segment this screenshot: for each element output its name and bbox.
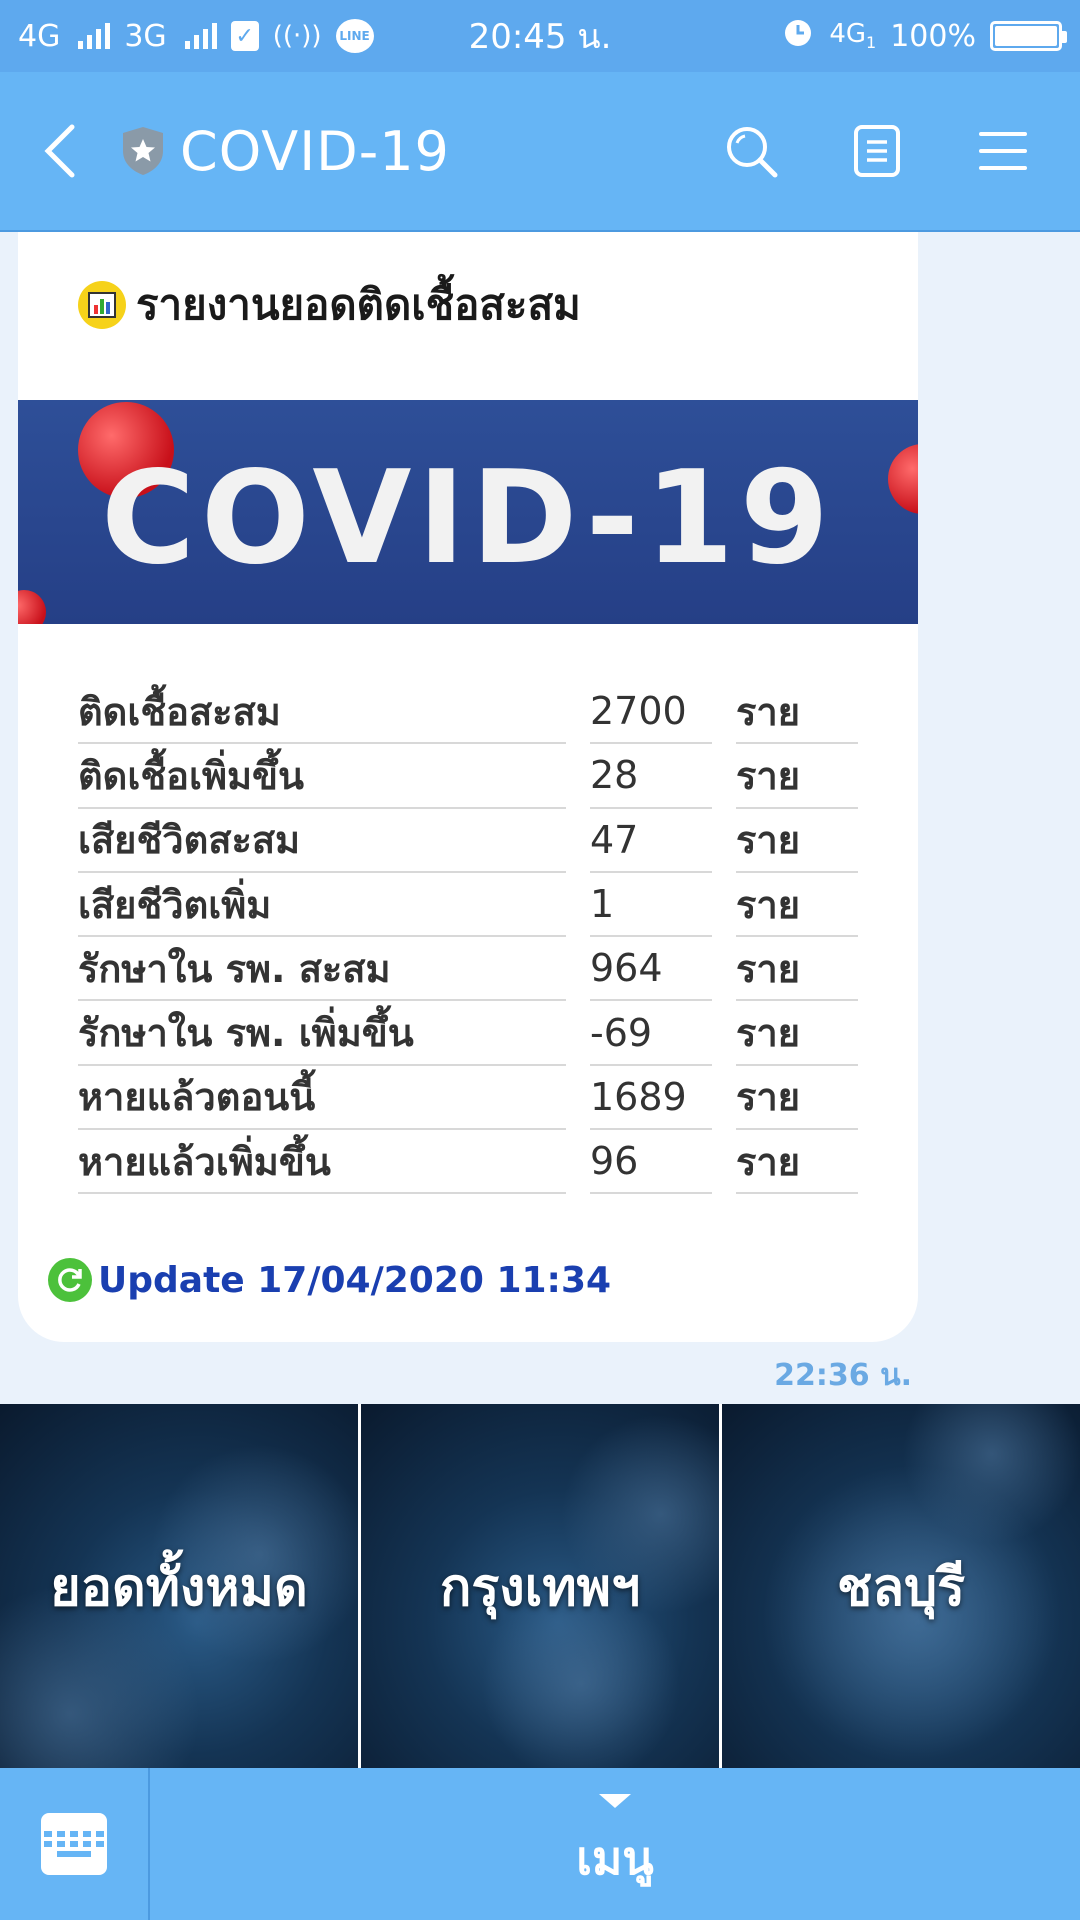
bottom-bar: เมนู <box>0 1768 1080 1920</box>
update-text: Update 17/04/2020 11:34 <box>98 1259 612 1301</box>
stat-unit: ราย <box>736 1001 858 1066</box>
stat-label: หายแล้วเพิ่มขึ้น <box>78 1130 566 1195</box>
stat-value: 964 <box>590 937 712 1002</box>
stat-row: หายแล้วตอนนี้ 1689 ราย <box>78 1066 878 1131</box>
keyboard-icon <box>41 1813 107 1875</box>
update-stamp: Update 17/04/2020 11:34 <box>48 1258 611 1302</box>
stat-label: หายแล้วตอนนี้ <box>78 1066 566 1131</box>
notes-icon <box>854 125 900 177</box>
rich-menu: ยอดทั้งหมด กรุงเทพฯ ชลบุรี <box>0 1404 1080 1768</box>
rich-menu-item-total[interactable]: ยอดทั้งหมด <box>0 1404 358 1768</box>
status-left: 4G 3G ✓ ((·)) LINE <box>18 19 374 54</box>
stat-unit: ราย <box>736 744 858 809</box>
back-button[interactable] <box>0 71 120 231</box>
stat-value: 1689 <box>590 1066 712 1131</box>
battery-percent: 100% <box>890 18 976 54</box>
stat-value: 28 <box>590 744 712 809</box>
stat-unit: ราย <box>736 680 858 745</box>
report-card[interactable]: รายงานยอดติดเชื้อสะสม COVID-19 ติดเชื้อส… <box>18 232 918 1342</box>
line-icon: LINE <box>335 19 374 53</box>
stat-label: เสียชีวิตเพิ่ม <box>78 873 566 938</box>
card-title-text: รายงานยอดติดเชื้อสะสม <box>136 280 581 329</box>
stat-row: ติดเชื้อเพิ่มขึ้น 28 ราย <box>78 744 878 809</box>
stat-row: ติดเชื้อสะสม 2700 ราย <box>78 680 878 745</box>
notes-button[interactable] <box>814 91 940 211</box>
stat-value: -69 <box>590 1001 712 1066</box>
stat-row: เสียชีวิตเพิ่ม 1 ราย <box>78 873 878 938</box>
stat-unit: ราย <box>736 873 858 938</box>
stat-label: เสียชีวิตสะสม <box>78 809 566 873</box>
rich-menu-label: กรุงเทพฯ <box>439 1557 641 1618</box>
hotspot-icon: ((·)) <box>272 21 322 51</box>
status-right: 4G1 100% <box>781 15 1067 57</box>
rich-menu-label: ยอดทั้งหมด <box>50 1557 308 1618</box>
chat-title: COVID-19 <box>180 119 450 183</box>
stat-value: 1 <box>590 873 712 938</box>
chat-header: COVID-19 <box>0 72 1080 232</box>
stat-row: รักษาใน รพ. เพิ่มขึ้น -69 ราย <box>78 1001 878 1066</box>
banner-title: COVID-19 <box>101 444 835 593</box>
rich-menu-item-bangkok[interactable]: กรุงเทพฯ <box>361 1404 719 1768</box>
refresh-icon <box>48 1258 92 1302</box>
search-icon <box>727 127 778 178</box>
rich-menu-item-chonburi[interactable]: ชลบุรี <box>722 1404 1080 1768</box>
covid-banner: COVID-19 <box>18 400 918 624</box>
network-label: 4G1 <box>829 18 877 53</box>
stat-label: ติดเชื้อเพิ่มขึ้น <box>78 744 566 809</box>
menu-label: เมนู <box>576 1830 654 1885</box>
message-time: 22:36 น. <box>774 1358 912 1393</box>
shield-star-icon <box>123 127 163 175</box>
stat-row: หายแล้วเพิ่มขึ้น 96 ราย <box>78 1130 878 1195</box>
stat-unit: ราย <box>736 1130 858 1195</box>
stat-value: 2700 <box>590 680 712 745</box>
alarm-icon <box>781 15 815 57</box>
stat-value: 96 <box>590 1130 712 1195</box>
stat-value: 47 <box>590 809 712 873</box>
menu-button[interactable] <box>940 91 1066 211</box>
virus-decoration <box>18 590 46 624</box>
menu-icon <box>979 132 1027 170</box>
rich-menu-label: ชลบุรี <box>836 1557 966 1618</box>
bar-chart-icon <box>78 281 126 329</box>
chevron-down-icon <box>599 1793 631 1808</box>
stat-unit: ราย <box>736 1066 858 1131</box>
rich-menu-toggle[interactable]: เมนู <box>150 1768 1080 1920</box>
signal-icon <box>184 23 217 49</box>
stat-label: รักษาใน รพ. สะสม <box>78 937 566 1002</box>
sim1-label: 4G <box>18 18 61 54</box>
back-icon <box>44 124 75 178</box>
stat-label: รักษาใน รพ. เพิ่มขึ้น <box>78 1001 566 1066</box>
stat-row: เสียชีวิตสะสม 47 ราย <box>78 809 878 873</box>
stat-unit: ราย <box>736 937 858 1002</box>
search-button[interactable] <box>688 91 814 211</box>
battery-icon <box>990 21 1067 51</box>
signal-icon <box>78 23 111 49</box>
stat-row: รักษาใน รพ. สะสม 964 ราย <box>78 937 878 1002</box>
card-title: รายงานยอดติดเชื้อสะสม <box>78 272 581 338</box>
stat-unit: ราย <box>736 809 858 873</box>
keyboard-button[interactable] <box>0 1768 150 1920</box>
stat-label: ติดเชื้อสะสม <box>78 680 566 745</box>
status-bar: 4G 3G ✓ ((·)) LINE 20:45 น. 4G1 100% <box>0 0 1080 72</box>
sim2-label: 3G <box>124 18 167 54</box>
stats-table: ติดเชื้อสะสม 2700 ราย ติดเชื้อเพิ่มขึ้น … <box>78 680 878 1195</box>
calendar-check-icon: ✓ <box>230 21 259 51</box>
